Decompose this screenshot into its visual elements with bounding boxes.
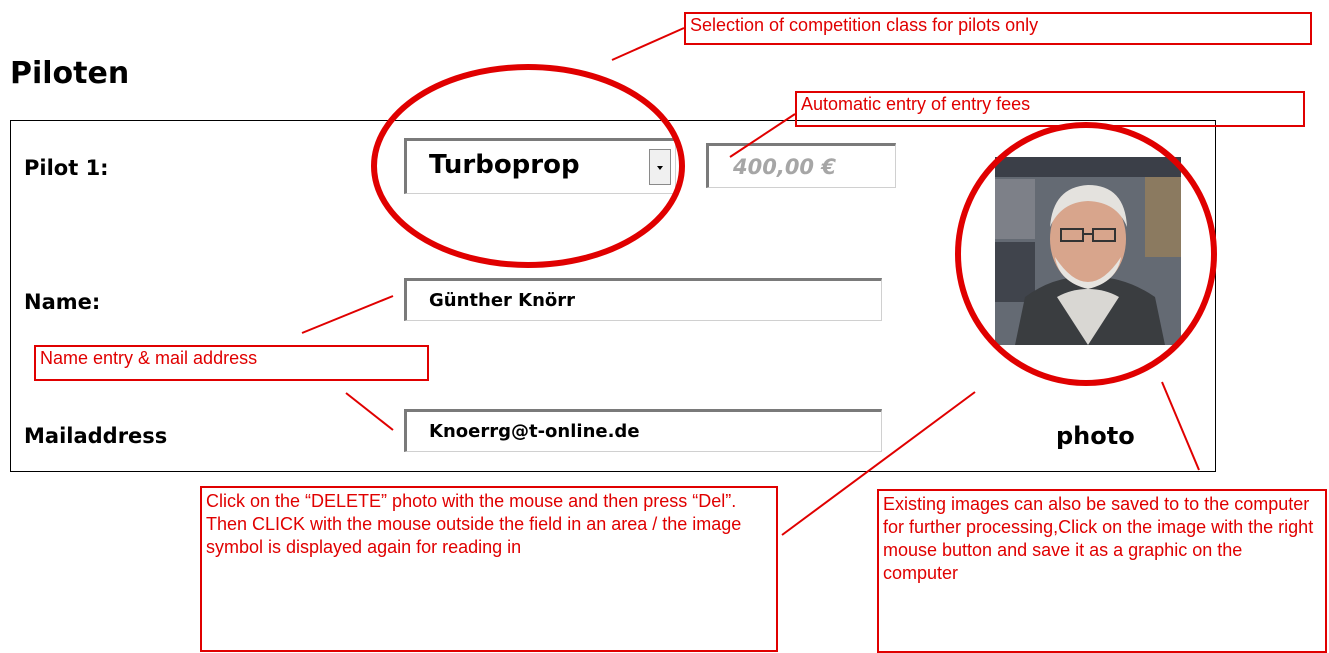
page-title: Piloten <box>10 56 130 91</box>
mail-field-value: Knoerrg@t-online.de <box>429 421 640 442</box>
annotation-save: Existing images can also be saved to to … <box>877 489 1327 653</box>
annotation-name: Name entry & mail address <box>34 345 429 381</box>
photo-label: photo <box>1056 422 1135 450</box>
competition-class-select[interactable]: Turboprop <box>404 138 676 194</box>
entry-fee-field: 400,00 € <box>706 143 896 188</box>
chevron-down-icon[interactable] <box>649 149 671 185</box>
entry-fee-value: 400,00 € <box>733 155 836 179</box>
annotation-class: Selection of competition class for pilot… <box>684 12 1312 45</box>
annotation-fee: Automatic entry of entry fees <box>795 91 1305 127</box>
name-label: Name: <box>24 290 101 314</box>
mail-label: Mailaddress <box>24 424 168 448</box>
competition-class-value: Turboprop <box>429 150 580 180</box>
name-field[interactable]: Günther Knörr <box>404 278 882 321</box>
mail-field[interactable]: Knoerrg@t-online.de <box>404 409 882 452</box>
class-connector <box>611 27 685 61</box>
annotation-delete: Click on the “DELETE” photo with the mou… <box>200 486 778 652</box>
pilot-label: Pilot 1: <box>24 156 109 180</box>
name-field-value: Günther Knörr <box>429 290 576 311</box>
pilot-photo-image <box>995 157 1181 345</box>
pilot-photo[interactable] <box>995 157 1181 345</box>
